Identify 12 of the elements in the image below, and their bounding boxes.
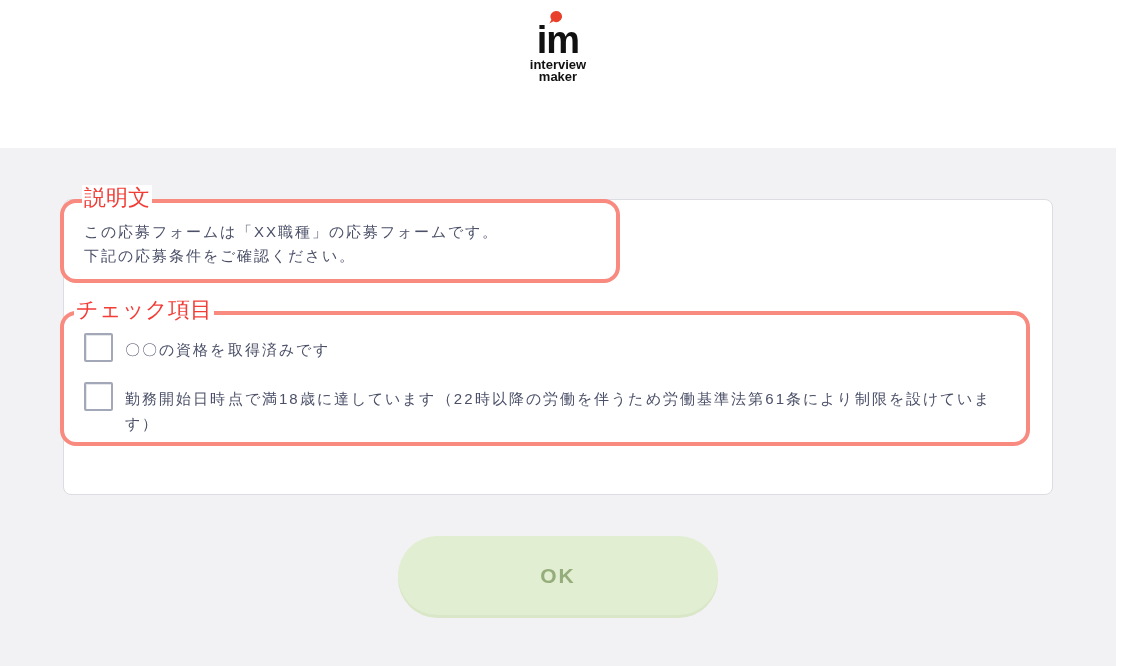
logo-wordmark: maker [538,71,578,83]
checkbox[interactable] [84,382,113,411]
annotation-label: チェック項目 [74,297,214,323]
checkbox[interactable] [84,333,113,362]
description-text: この応募フォームは「XX職種」の応募フォームです。 [84,222,500,242]
logo-wordmark: interview [529,59,587,71]
checkbox-label: 勤務開始日時点で満18歳に達しています（22時以降の労働を伴うため労働基準法第61条により制限を設けています） [125,389,993,434]
logo-letters: im [536,26,580,54]
annotation-label: 説明文 [82,185,152,211]
checkbox-label: 〇〇の資格を取得済みです [125,340,331,360]
description-text: 下記の応募条件をご確認ください。 [84,246,357,266]
speech-bubble-icon [547,10,563,25]
